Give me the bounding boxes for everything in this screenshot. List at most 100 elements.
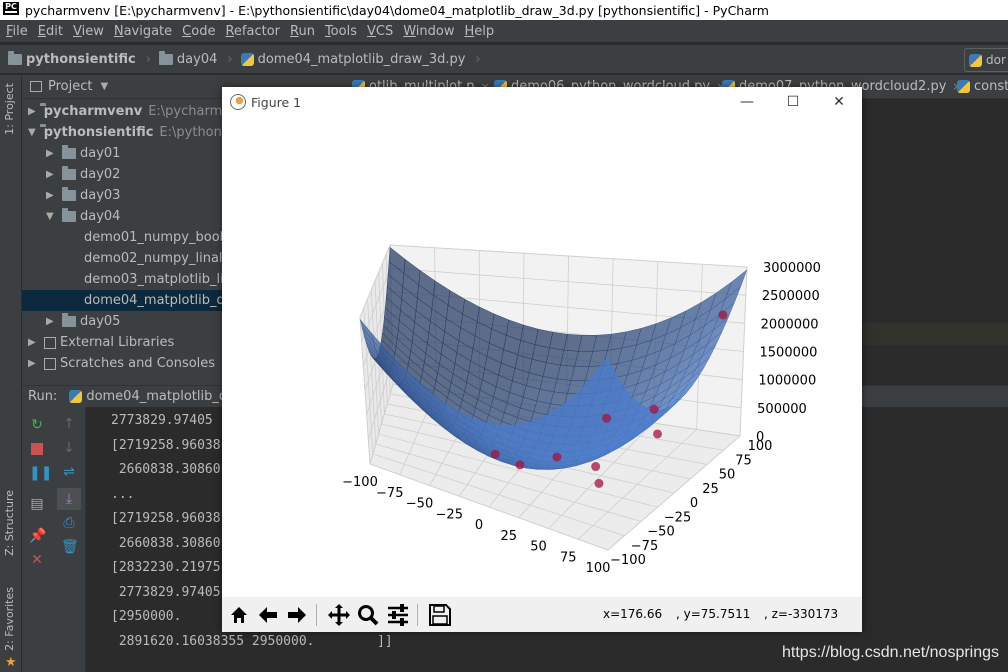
menu-help[interactable]: Help <box>465 24 495 39</box>
tree-item[interactable]: ▶ pycharmvenv E:\pycharmvenv <box>22 101 254 122</box>
tree-item-label: demo03_matplotlib_li <box>84 272 224 287</box>
chevron-down-icon[interactable]: ▼ <box>28 127 36 138</box>
arrow-down-icon[interactable]: ↓ <box>61 440 77 456</box>
tree-item[interactable]: ▶ day03 <box>22 185 222 206</box>
chevron-right-icon[interactable]: ▶ <box>46 169 58 180</box>
run-label: Run: <box>28 389 58 404</box>
tree-item-label: pythonsientific <box>43 125 154 140</box>
chevron-right-icon[interactable]: ▶ <box>46 316 58 327</box>
scatter-point <box>591 462 601 472</box>
layout-icon[interactable]: ▤ <box>29 496 45 512</box>
tree-item-label: External Libraries <box>60 335 175 350</box>
tree-item[interactable]: demo01_numpy_bool <box>22 227 223 248</box>
z-tick-label: 0 <box>756 430 764 445</box>
project-panel-title[interactable]: Project <box>48 79 92 94</box>
tree-item[interactable]: ▶ day02 <box>22 164 222 185</box>
maximize-button[interactable]: ☐ <box>778 92 808 112</box>
tab-project[interactable]: 1: Project <box>3 83 16 135</box>
print-icon[interactable]: ⎙ <box>61 515 77 531</box>
menu-navigate[interactable]: Navigate <box>114 24 172 39</box>
folder-icon <box>62 187 76 201</box>
folder-icon <box>62 208 76 222</box>
menu-window[interactable]: Window <box>403 24 454 39</box>
tree-item[interactable]: ▼ pythonsientific E:\pythons <box>22 122 229 143</box>
console-line: ... <box>111 486 135 502</box>
run-config-selector[interactable]: dor <box>964 48 1008 72</box>
tree-item[interactable]: dome04_matplotlib_d <box>22 290 225 311</box>
y-tick-label: 75 <box>735 453 752 468</box>
tree-item[interactable]: ▼ day04 <box>22 206 222 227</box>
chevron-down-icon[interactable]: ▼ <box>46 211 58 222</box>
menu-file[interactable]: File <box>6 24 28 39</box>
toolbar-separator <box>417 604 418 626</box>
zoom-button[interactable] <box>355 602 381 628</box>
run-config-tab[interactable]: dome04_matplotlib_dra <box>86 389 240 404</box>
folder-icon <box>62 313 76 327</box>
python-file-icon <box>969 53 982 67</box>
forward-button[interactable] <box>284 602 310 628</box>
chevron-right-icon[interactable]: ▶ <box>46 148 58 159</box>
run-toolbar-primary: ↻ ❚❚ ▤ 📌 ✕ <box>22 407 52 672</box>
x-tick-label: −25 <box>436 507 463 522</box>
arrow-up-icon[interactable]: ↑ <box>61 416 77 432</box>
menu-code[interactable]: Code <box>182 24 215 39</box>
tree-item[interactable]: ▶ External Libraries <box>22 332 222 353</box>
save-button[interactable] <box>427 602 453 628</box>
scatter-point <box>552 452 562 462</box>
watermark-text: https://blog.csdn.net/nosprings <box>782 644 1000 661</box>
tree-item[interactable]: ▶ day01 <box>22 143 222 164</box>
console-line: [2832230.21975 <box>111 560 221 575</box>
stop-icon[interactable] <box>29 441 45 457</box>
configure-button[interactable] <box>385 602 411 628</box>
menu-view[interactable]: View <box>73 24 104 39</box>
back-button[interactable] <box>255 602 281 628</box>
menu-refactor[interactable]: Refactor <box>225 24 280 39</box>
breadcrumb-project[interactable]: pythonsientific <box>8 50 136 67</box>
editor-tab[interactable]: consti <box>957 79 1008 94</box>
pin-icon[interactable]: 📌 <box>29 528 46 544</box>
tree-item[interactable]: demo03_matplotlib_li <box>22 269 224 290</box>
breadcrumb-folder[interactable]: day04 <box>158 50 217 67</box>
tree-item-label: day04 <box>80 209 121 224</box>
tree-item[interactable]: ▶ Scratches and Consoles <box>22 353 222 374</box>
breadcrumb-file[interactable]: dome04_matplotlib_draw_3d.py <box>240 52 465 67</box>
tree-item[interactable]: demo02_numpy_linalg <box>22 248 231 269</box>
console-line: 2773829.97405 <box>111 584 221 600</box>
menu-run[interactable]: Run <box>290 24 315 39</box>
trash-icon[interactable]: 🗑 <box>61 539 79 555</box>
z-tick-label: 2500000 <box>762 289 820 304</box>
close-button[interactable]: ✕ <box>824 92 854 112</box>
pycharm-logo-icon: PC <box>3 2 19 18</box>
minimize-button[interactable]: — <box>732 92 762 112</box>
menu-vcs[interactable]: VCS <box>367 24 393 39</box>
matplotlib-toolbar: x=176.66 , y=75.7511 , z=-330173 <box>222 597 862 632</box>
scroll-to-end-icon[interactable]: ⤓ <box>57 488 81 510</box>
tab-structure[interactable]: Z: Structure <box>3 490 16 556</box>
close-icon[interactable]: ✕ <box>29 552 45 568</box>
y-tick-label: −50 <box>647 525 674 540</box>
tree-item-label: pycharmvenv <box>43 104 143 119</box>
console-line: 2660838.30860 <box>111 535 221 551</box>
chevron-down-icon[interactable]: ▼ <box>100 81 108 92</box>
menu-tools[interactable]: Tools <box>325 24 357 39</box>
chevron-right-icon[interactable]: ▶ <box>46 190 58 201</box>
tree-item-path: E:\pythons <box>159 125 229 140</box>
axes-3d: −100−75−50−250255075100−100−75−50−250255… <box>342 244 821 576</box>
save-icon <box>429 604 451 626</box>
chevron-right-icon[interactable]: ▶ <box>28 106 36 117</box>
python-file-icon <box>957 80 970 93</box>
surface-3d-plot[interactable]: −100−75−50−250255075100−100−75−50−250255… <box>222 117 862 597</box>
soft-wrap-icon[interactable]: ⇌ <box>61 464 77 480</box>
pause-icon[interactable]: ❚❚ <box>29 465 52 481</box>
home-button[interactable] <box>226 602 252 628</box>
tree-item[interactable]: ▶ day05 <box>22 311 222 332</box>
chevron-right-icon[interactable]: ▶ <box>28 358 40 369</box>
pan-button[interactable] <box>326 602 352 628</box>
tab-favorites[interactable]: 2: Favorites <box>3 587 16 651</box>
chevron-right-icon[interactable]: ▶ <box>28 337 40 348</box>
rerun-icon[interactable]: ↻ <box>29 417 45 433</box>
window-title: pycharmvenv [E:\pycharmvenv] - E:\python… <box>25 2 769 18</box>
menu-edit[interactable]: Edit <box>38 24 63 39</box>
scatter-point <box>601 413 611 423</box>
pan-icon <box>328 604 350 626</box>
